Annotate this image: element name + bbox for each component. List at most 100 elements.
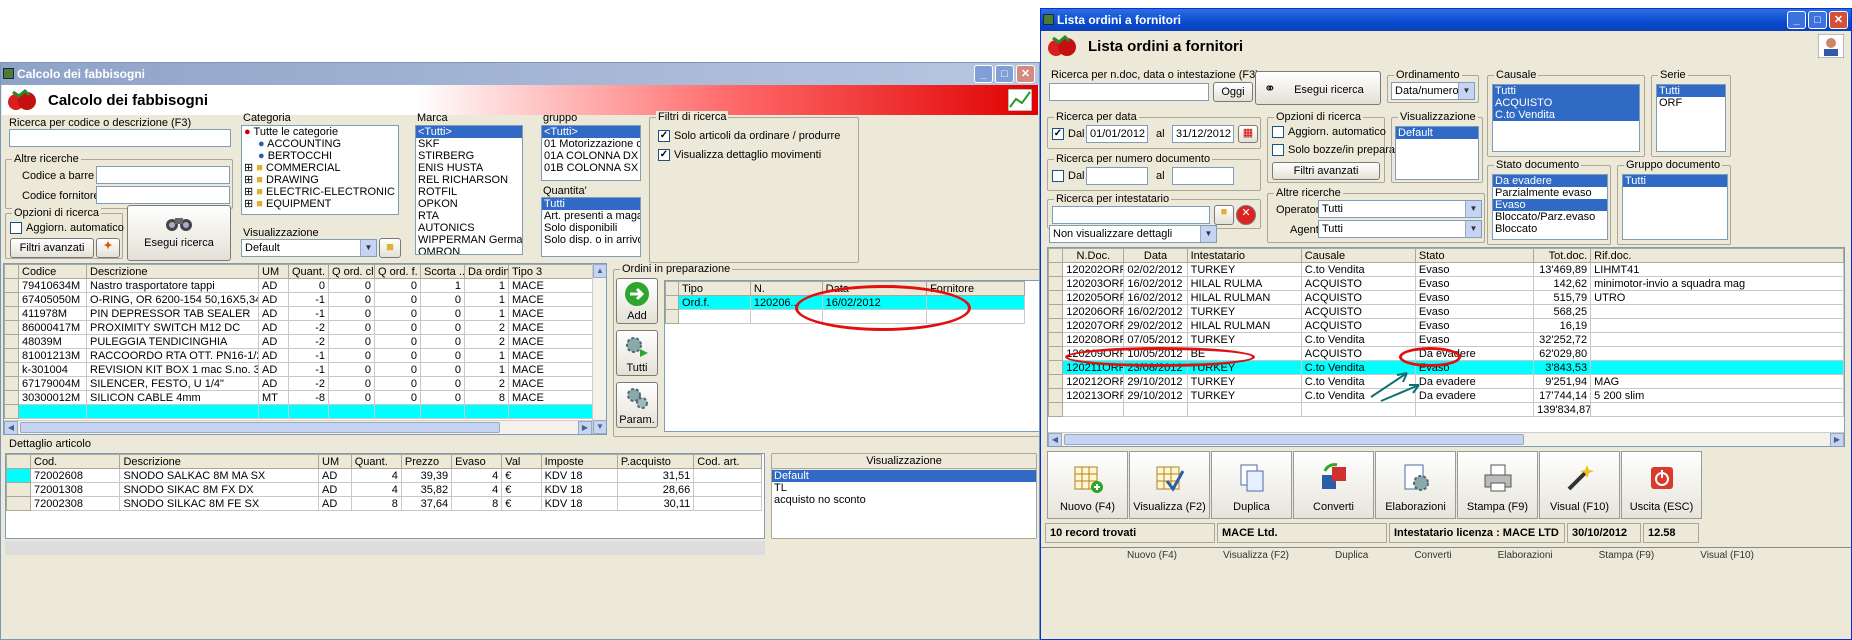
list-item[interactable]: OMRON xyxy=(416,246,522,254)
table-cell[interactable]: -1 xyxy=(288,348,329,363)
table-cell[interactable]: 72002308 xyxy=(29,496,121,511)
table-cell[interactable]: 28,66 xyxy=(616,482,695,497)
esegui-ricerca-button[interactable]: Esegui ricerca xyxy=(127,205,231,261)
column-header[interactable]: Tot.doc. xyxy=(1533,248,1592,263)
table-cell[interactable]: SNODO SILKAC 8M FE SX xyxy=(119,496,320,511)
table-cell[interactable]: UTRO xyxy=(1590,290,1844,305)
minimize-button[interactable]: _ xyxy=(1787,11,1806,29)
table-cell[interactable] xyxy=(693,482,762,497)
table-cell[interactable]: -2 xyxy=(288,376,329,391)
table-cell[interactable]: 0 xyxy=(328,292,375,307)
nuovo-button[interactable]: Nuovo (F4) xyxy=(1047,451,1128,519)
table-cell[interactable]: 120206ORF xyxy=(1062,304,1125,319)
list-item[interactable]: ORF xyxy=(1657,97,1725,109)
table-cell[interactable]: 1 xyxy=(420,278,465,293)
table-cell[interactable]: PIN DEPRESSOR TAB SEALER xyxy=(86,306,259,321)
marca-list[interactable]: <Tutti> SKF STIRBERG ENIS HUSTA REL RICH… xyxy=(415,125,523,255)
table-row[interactable]: 120212ORF 29/10/2012 TURKEY C.to Vendita Da … xyxy=(1048,374,1844,389)
table-cell[interactable]: MACE xyxy=(508,334,595,349)
table-cell[interactable]: 67405050M xyxy=(18,292,87,307)
table-cell[interactable]: 0 xyxy=(420,390,465,405)
scroll-down-arrow[interactable]: ▼ xyxy=(593,420,606,434)
table-cell[interactable] xyxy=(420,404,465,419)
param-button[interactable]: Param. xyxy=(616,382,658,428)
table-cell[interactable]: 120208ORF xyxy=(1062,332,1125,347)
table-cell[interactable] xyxy=(1590,360,1844,375)
list-item[interactable]: Tutti xyxy=(1657,85,1725,97)
table-cell[interactable]: 4 xyxy=(350,482,402,497)
table-cell[interactable]: 2 xyxy=(464,320,509,335)
table-cell[interactable]: -1 xyxy=(288,292,329,307)
table-cell[interactable]: 5 200 slim xyxy=(1590,388,1844,403)
quantita-list[interactable]: Tutti Art. presenti a magaz Solo disponi… xyxy=(541,197,641,257)
table-row[interactable]: 67405050M O-RING, OR 6200-154 50,16X5,34 … xyxy=(4,292,595,307)
column-header[interactable]: Cod. xyxy=(29,454,121,469)
table-cell[interactable]: 4 xyxy=(451,468,503,483)
column-header[interactable]: P.acquisto xyxy=(616,454,695,469)
table-cell[interactable]: -2 xyxy=(288,320,329,335)
table-cell[interactable]: 31,51 xyxy=(616,468,695,483)
list-item[interactable]: TL xyxy=(772,482,1036,494)
column-header[interactable]: Val xyxy=(501,454,542,469)
table-row[interactable]: 48039M PULEGGIA TENDICINGHIA AD -2 0 0 0 2 MACE xyxy=(4,334,595,349)
table-cell[interactable]: 30,11 xyxy=(616,496,695,511)
table-cell[interactable]: 81001213M xyxy=(18,348,87,363)
table-cell[interactable] xyxy=(374,404,421,419)
table-cell[interactable]: 2 xyxy=(464,334,509,349)
close-button[interactable]: ✕ xyxy=(1829,11,1848,29)
table-cell[interactable]: 07/05/2012 xyxy=(1123,332,1188,347)
column-header[interactable]: Tipo 3 xyxy=(508,264,595,279)
table-cell[interactable]: 39,39 xyxy=(400,468,453,483)
column-header[interactable]: Descrizione xyxy=(86,264,259,279)
clear-icon[interactable]: ✕ xyxy=(1236,205,1256,225)
table-cell[interactable]: 0 xyxy=(374,362,421,377)
filter-icon-button[interactable]: ✦ xyxy=(96,238,120,258)
list-item[interactable]: Default xyxy=(1396,127,1478,139)
table-cell[interactable]: 02/02/2012 xyxy=(1123,262,1188,277)
fabbisogni-vscroll[interactable]: ▲ ▼ xyxy=(592,264,606,434)
aggiorn-checkbox[interactable]: Aggiorn. automatico xyxy=(1272,126,1386,138)
table-cell[interactable]: HILAL RULMAN xyxy=(1186,318,1302,333)
table-row-new[interactable] xyxy=(4,404,595,419)
elaborazioni-button[interactable]: Elaborazioni xyxy=(1375,451,1456,519)
tree-item[interactable]: ⊞ ■ COMMERCIAL xyxy=(242,162,398,174)
list-item[interactable]: OPKON xyxy=(416,198,522,210)
causale-list[interactable]: Tutti ACQUISTO C.to Vendita xyxy=(1492,84,1640,152)
list-item[interactable]: Default xyxy=(772,470,1036,482)
table-cell[interactable] xyxy=(258,404,289,419)
table-cell[interactable]: Da evadere xyxy=(1414,388,1535,403)
table-cell[interactable]: SILICON CABLE 4mm xyxy=(86,390,259,405)
table-cell[interactable]: AD xyxy=(318,496,352,511)
table-cell[interactable]: 35,82 xyxy=(400,482,453,497)
table-cell[interactable]: RACCOORDO RTA OTT. PN16-1/2" xyxy=(86,348,259,363)
table-cell[interactable]: 62'029,80 xyxy=(1533,346,1592,361)
table-cell[interactable]: AD xyxy=(258,348,289,363)
list-item[interactable]: Solo disponibili xyxy=(542,222,640,234)
table-cell[interactable] xyxy=(693,468,762,483)
column-header[interactable]: UM xyxy=(318,454,352,469)
scroll-thumb[interactable] xyxy=(20,422,500,433)
table-cell[interactable]: 515,79 xyxy=(1533,290,1592,305)
column-header[interactable]: Rif.doc. xyxy=(1590,248,1844,263)
list-item[interactable]: Solo disp. o in arrivo xyxy=(542,234,640,246)
esegui-ricerca-button[interactable]: ⚭ Esegui ricerca xyxy=(1255,71,1381,105)
table-cell[interactable]: 79410634M xyxy=(18,278,87,293)
tree-item[interactable]: ● BERTOCCHI xyxy=(242,150,398,162)
list-item[interactable]: Da evadere xyxy=(1493,175,1607,187)
table-cell[interactable]: 0 xyxy=(374,348,421,363)
table-cell[interactable]: 0 xyxy=(328,362,375,377)
column-header[interactable]: Codice xyxy=(18,264,87,279)
table-cell[interactable]: MACE xyxy=(508,278,595,293)
table-cell[interactable]: 120202ORF xyxy=(1062,262,1125,277)
table-cell[interactable] xyxy=(1590,318,1844,333)
add-button[interactable]: Add xyxy=(616,278,658,324)
column-header[interactable]: Da ordin. xyxy=(464,264,509,279)
table-cell[interactable]: TURKEY xyxy=(1186,388,1302,403)
fornitore-input[interactable] xyxy=(96,186,230,204)
table-cell[interactable]: -1 xyxy=(288,362,329,377)
table-cell[interactable]: 72002608 xyxy=(29,468,121,483)
stato-list[interactable]: Da evadere Parzialmente evaso Evaso Bloc… xyxy=(1492,174,1608,240)
table-cell[interactable]: TURKEY xyxy=(1186,304,1302,319)
folder-button[interactable]: ■ xyxy=(1214,205,1234,225)
table-cell[interactable]: 0 xyxy=(420,320,465,335)
